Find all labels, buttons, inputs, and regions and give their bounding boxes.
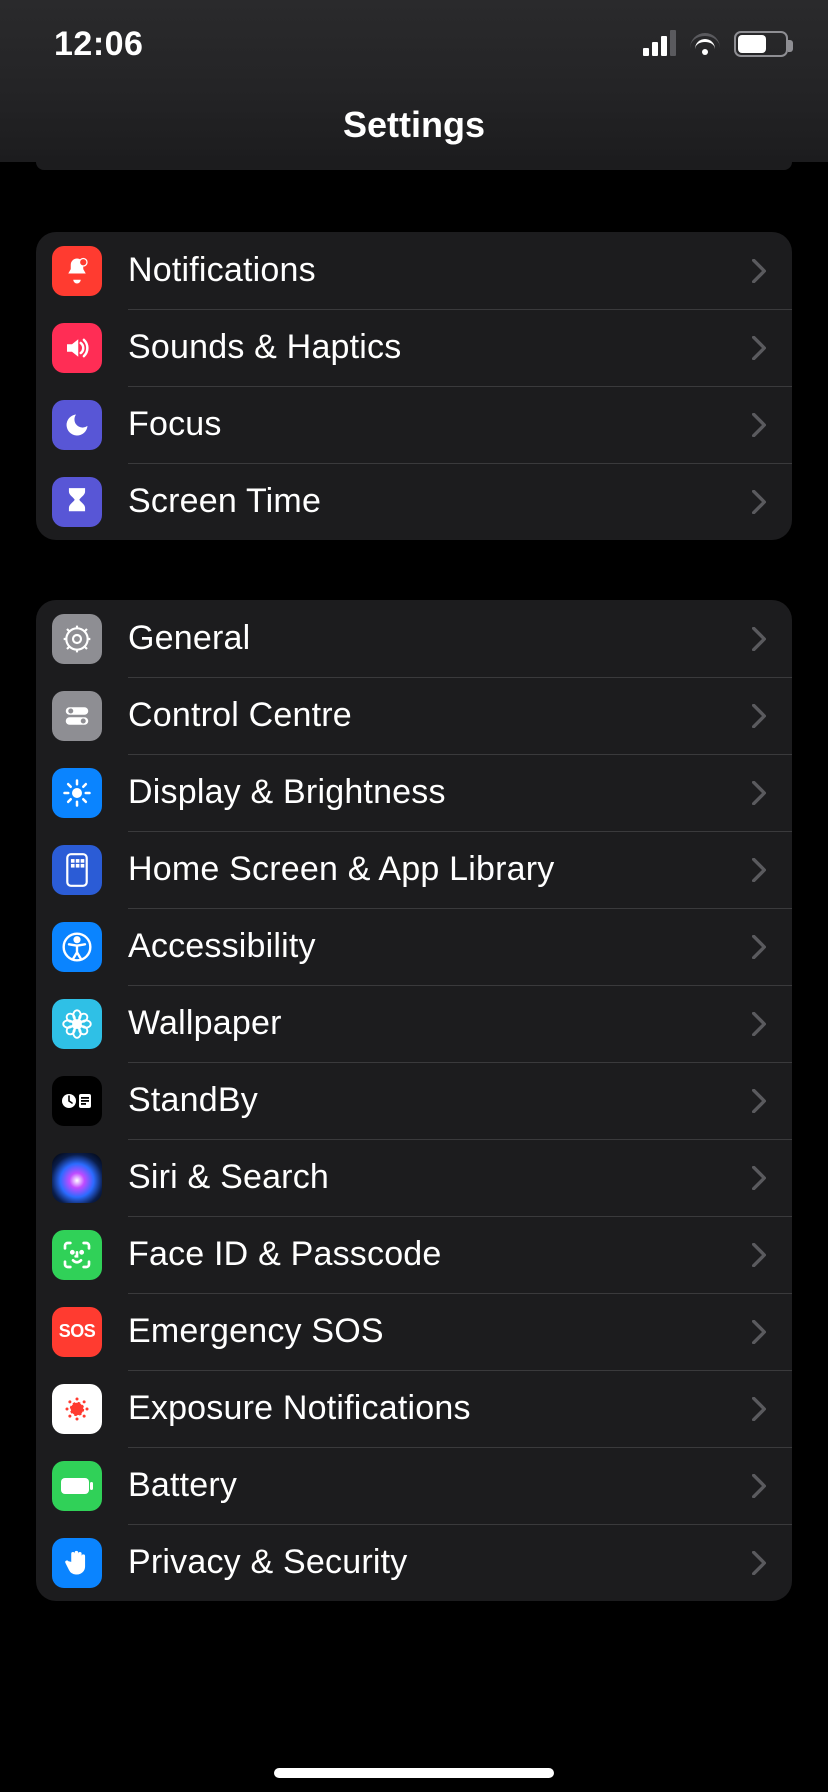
standby-icon bbox=[52, 1076, 102, 1126]
battery-icon bbox=[734, 31, 788, 57]
row-label: Privacy & Security bbox=[128, 1543, 750, 1582]
chevron-right-icon bbox=[750, 1240, 768, 1270]
chevron-right-icon bbox=[750, 778, 768, 808]
row-label: Notifications bbox=[128, 251, 750, 290]
row-label: Emergency SOS bbox=[128, 1312, 750, 1351]
hourglass-icon bbox=[52, 477, 102, 527]
chevron-right-icon bbox=[750, 855, 768, 885]
previous-group-edge bbox=[36, 162, 792, 170]
row-privacy[interactable]: Privacy & Security bbox=[36, 1524, 792, 1601]
settings-group: Notifications Sounds & Haptics Focus Scr… bbox=[36, 232, 792, 540]
chevron-right-icon bbox=[750, 1317, 768, 1347]
row-label: Siri & Search bbox=[128, 1158, 750, 1197]
row-label: Battery bbox=[128, 1466, 750, 1505]
status-time: 12:06 bbox=[54, 25, 143, 64]
chevron-right-icon bbox=[750, 1394, 768, 1424]
row-battery[interactable]: Battery bbox=[36, 1447, 792, 1524]
chevron-right-icon bbox=[750, 1471, 768, 1501]
chevron-right-icon bbox=[750, 487, 768, 517]
row-faceid[interactable]: Face ID & Passcode bbox=[36, 1216, 792, 1293]
row-label: Face ID & Passcode bbox=[128, 1235, 750, 1274]
app-grid-icon bbox=[52, 845, 102, 895]
row-label: Home Screen & App Library bbox=[128, 850, 750, 889]
battery-full-icon bbox=[52, 1461, 102, 1511]
row-emergencysos[interactable]: SOS Emergency SOS bbox=[36, 1293, 792, 1370]
row-label: Wallpaper bbox=[128, 1004, 750, 1043]
moon-icon bbox=[52, 400, 102, 450]
gear-icon bbox=[52, 614, 102, 664]
row-exposure[interactable]: Exposure Notifications bbox=[36, 1370, 792, 1447]
chevron-right-icon bbox=[750, 624, 768, 654]
row-label: General bbox=[128, 619, 750, 658]
row-focus[interactable]: Focus bbox=[36, 386, 792, 463]
toggles-icon bbox=[52, 691, 102, 741]
chevron-right-icon bbox=[750, 333, 768, 363]
row-label: Control Centre bbox=[128, 696, 750, 735]
chevron-right-icon bbox=[750, 932, 768, 962]
row-label: Display & Brightness bbox=[128, 773, 750, 812]
status-bar: 12:06 bbox=[0, 0, 828, 88]
chevron-right-icon bbox=[750, 410, 768, 440]
wifi-icon bbox=[690, 33, 720, 55]
chevron-right-icon bbox=[750, 256, 768, 286]
row-general[interactable]: General bbox=[36, 600, 792, 677]
row-sounds[interactable]: Sounds & Haptics bbox=[36, 309, 792, 386]
row-notifications[interactable]: Notifications bbox=[36, 232, 792, 309]
row-standby[interactable]: StandBy bbox=[36, 1062, 792, 1139]
faceid-icon bbox=[52, 1230, 102, 1280]
cellular-icon bbox=[643, 32, 676, 56]
chevron-right-icon bbox=[750, 1163, 768, 1193]
siri-icon bbox=[52, 1153, 102, 1203]
navigation-bar: Settings bbox=[0, 88, 828, 162]
chevron-right-icon bbox=[750, 1086, 768, 1116]
speaker-icon bbox=[52, 323, 102, 373]
row-label: StandBy bbox=[128, 1081, 750, 1120]
row-label: Focus bbox=[128, 405, 750, 444]
row-label: Exposure Notifications bbox=[128, 1389, 750, 1428]
bell-icon bbox=[52, 246, 102, 296]
settings-group: General Control Centre Display & Brightn… bbox=[36, 600, 792, 1601]
row-label: Accessibility bbox=[128, 927, 750, 966]
chevron-right-icon bbox=[750, 701, 768, 731]
row-display[interactable]: Display & Brightness bbox=[36, 754, 792, 831]
sos-text: SOS bbox=[59, 1321, 96, 1342]
sun-icon bbox=[52, 768, 102, 818]
settings-list: Notifications Sounds & Haptics Focus Scr… bbox=[0, 232, 828, 1601]
row-homescreen[interactable]: Home Screen & App Library bbox=[36, 831, 792, 908]
row-label: Screen Time bbox=[128, 482, 750, 521]
row-controlcentre[interactable]: Control Centre bbox=[36, 677, 792, 754]
chevron-right-icon bbox=[750, 1009, 768, 1039]
row-accessibility[interactable]: Accessibility bbox=[36, 908, 792, 985]
status-indicators bbox=[643, 31, 788, 57]
exposure-icon bbox=[52, 1384, 102, 1434]
sos-icon: SOS bbox=[52, 1307, 102, 1357]
row-siri[interactable]: Siri & Search bbox=[36, 1139, 792, 1216]
accessibility-icon bbox=[52, 922, 102, 972]
row-label: Sounds & Haptics bbox=[128, 328, 750, 367]
flower-icon bbox=[52, 999, 102, 1049]
row-wallpaper[interactable]: Wallpaper bbox=[36, 985, 792, 1062]
row-screentime[interactable]: Screen Time bbox=[36, 463, 792, 540]
home-indicator[interactable] bbox=[274, 1768, 554, 1778]
chevron-right-icon bbox=[750, 1548, 768, 1578]
hand-icon bbox=[52, 1538, 102, 1588]
page-title: Settings bbox=[343, 104, 485, 146]
